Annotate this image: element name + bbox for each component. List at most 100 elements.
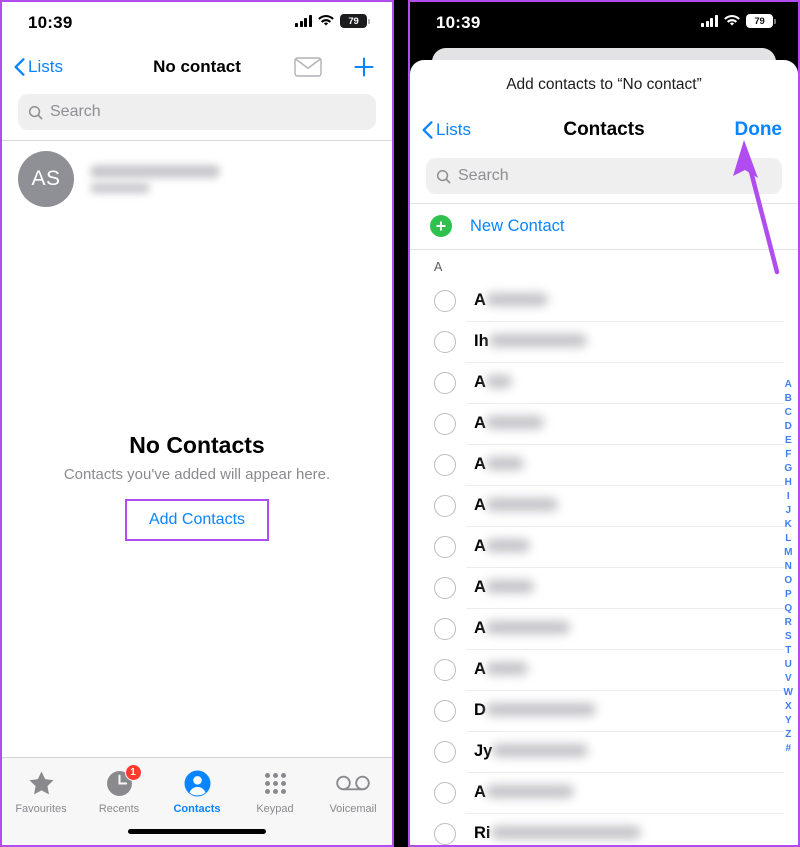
contact-checkbox[interactable] bbox=[434, 699, 456, 722]
plus-circle-icon bbox=[430, 215, 452, 237]
alphabet-index-letter[interactable]: H bbox=[785, 476, 792, 490]
new-contact-row[interactable]: New Contact bbox=[410, 203, 798, 250]
tab-keypad[interactable]: Keypad bbox=[236, 768, 314, 815]
alphabet-index-letter[interactable]: C bbox=[785, 406, 792, 420]
alphabet-index[interactable]: A B C D E F G H I J K L M N O P Q R S T U V W X Y Z # bbox=[784, 378, 793, 756]
alphabet-index-letter[interactable]: M bbox=[784, 546, 792, 560]
contact-checkbox[interactable] bbox=[434, 453, 456, 476]
contact-pick-row[interactable]: A bbox=[410, 567, 798, 608]
star-icon bbox=[28, 768, 55, 798]
alphabet-index-letter[interactable]: F bbox=[785, 448, 791, 462]
alphabet-index-letter[interactable]: E bbox=[785, 434, 792, 448]
contact-name: Jy bbox=[474, 742, 589, 761]
contact-name: A bbox=[474, 537, 530, 556]
contact-pick-row[interactable]: A bbox=[410, 608, 798, 649]
contact-pick-row[interactable]: Ri bbox=[410, 813, 798, 845]
tab-contacts[interactable]: Contacts bbox=[158, 768, 236, 815]
alphabet-index-letter[interactable]: T bbox=[785, 644, 791, 658]
contact-pick-row[interactable]: Ih bbox=[410, 321, 798, 362]
plus-icon[interactable] bbox=[352, 55, 376, 79]
contact-pick-row[interactable]: A bbox=[410, 649, 798, 690]
alphabet-index-letter[interactable]: V bbox=[785, 672, 792, 686]
contact-pick-row[interactable]: A bbox=[410, 526, 798, 567]
redacted-contact-name bbox=[485, 662, 528, 675]
contact-checkbox[interactable] bbox=[434, 617, 456, 640]
home-indicator bbox=[128, 829, 266, 834]
alphabet-index-letter[interactable]: # bbox=[785, 742, 791, 756]
alphabet-index-letter[interactable]: W bbox=[784, 686, 793, 700]
contact-name: D bbox=[474, 701, 596, 720]
contact-name: Ih bbox=[474, 332, 587, 351]
alphabet-index-letter[interactable]: I bbox=[787, 490, 790, 504]
contact-pick-row[interactable]: A bbox=[410, 485, 798, 526]
alphabet-index-letter[interactable]: O bbox=[784, 574, 792, 588]
contact-checkbox[interactable] bbox=[434, 822, 456, 845]
search-bar[interactable]: Search bbox=[410, 152, 798, 203]
contact-pick-row[interactable]: Jy bbox=[410, 731, 798, 772]
tab-label: Recents bbox=[98, 803, 140, 815]
contact-pick-list: A Ih A A A A A A A A D Jy A Ri bbox=[410, 280, 798, 845]
battery-level: 79 bbox=[340, 14, 367, 28]
done-button[interactable]: Done bbox=[735, 119, 783, 141]
contact-checkbox[interactable] bbox=[434, 412, 456, 435]
alphabet-index-letter[interactable]: K bbox=[785, 518, 792, 532]
redacted-contact-name bbox=[492, 744, 589, 757]
contact-pick-row[interactable]: A bbox=[410, 362, 798, 403]
alphabet-index-letter[interactable]: Z bbox=[785, 728, 791, 742]
back-button-lists[interactable]: Lists bbox=[14, 57, 63, 77]
contact-pick-row[interactable]: D bbox=[410, 690, 798, 731]
tab-favourites[interactable]: Favourites bbox=[2, 768, 80, 815]
redacted-contact-name bbox=[90, 165, 220, 193]
contact-pick-row[interactable]: A bbox=[410, 444, 798, 485]
search-input[interactable]: Search bbox=[18, 94, 376, 130]
alphabet-index-letter[interactable]: L bbox=[785, 532, 791, 546]
my-card-row[interactable]: AS bbox=[2, 141, 392, 219]
search-input[interactable]: Search bbox=[426, 158, 782, 194]
tab-voicemail[interactable]: Voicemail bbox=[314, 768, 392, 815]
redacted-contact-name bbox=[485, 580, 534, 593]
contact-checkbox[interactable] bbox=[434, 289, 456, 312]
tab-recents[interactable]: 1 Recents bbox=[80, 764, 158, 815]
contact-checkbox[interactable] bbox=[434, 576, 456, 599]
alphabet-index-letter[interactable]: U bbox=[785, 658, 792, 672]
alphabet-index-letter[interactable]: A bbox=[785, 378, 792, 392]
contact-checkbox[interactable] bbox=[434, 494, 456, 517]
alphabet-index-letter[interactable]: Y bbox=[785, 714, 792, 728]
signal-bars-icon bbox=[295, 15, 312, 27]
alphabet-index-letter[interactable]: P bbox=[785, 588, 792, 602]
redacted-contact-name bbox=[485, 457, 524, 470]
alphabet-index-letter[interactable]: Q bbox=[784, 602, 792, 616]
contact-pick-row[interactable]: A bbox=[410, 403, 798, 444]
contact-checkbox[interactable] bbox=[434, 740, 456, 763]
contact-checkbox[interactable] bbox=[434, 330, 456, 353]
contact-pick-row[interactable]: A bbox=[410, 280, 798, 321]
nav-actions bbox=[294, 55, 376, 79]
contact-pick-row[interactable]: A bbox=[410, 772, 798, 813]
search-placeholder: Search bbox=[50, 103, 101, 120]
contact-checkbox[interactable] bbox=[434, 658, 456, 681]
screenshot-root: 10:39 79 Lists No contact Search AS No C… bbox=[0, 0, 800, 847]
alphabet-index-letter[interactable]: B bbox=[785, 392, 792, 406]
contact-checkbox[interactable] bbox=[434, 371, 456, 394]
voicemail-icon bbox=[336, 768, 370, 798]
back-button-lists[interactable]: Lists bbox=[422, 120, 471, 140]
alphabet-index-letter[interactable]: S bbox=[785, 630, 792, 644]
contact-name: A bbox=[474, 414, 544, 433]
add-contacts-button[interactable]: Add Contacts bbox=[149, 511, 245, 528]
redacted-contact-name bbox=[485, 293, 548, 306]
contact-checkbox[interactable] bbox=[434, 535, 456, 558]
search-icon bbox=[436, 169, 451, 183]
alphabet-index-letter[interactable]: G bbox=[784, 462, 792, 476]
alphabet-index-letter[interactable]: J bbox=[785, 504, 791, 518]
alphabet-index-letter[interactable]: N bbox=[785, 560, 792, 574]
alphabet-index-letter[interactable]: D bbox=[785, 420, 792, 434]
wifi-icon bbox=[724, 15, 740, 27]
alphabet-index-letter[interactable]: R bbox=[785, 616, 792, 630]
add-contacts-highlight-box: Add Contacts bbox=[124, 499, 270, 541]
search-bar[interactable]: Search bbox=[2, 90, 392, 140]
envelope-icon[interactable] bbox=[294, 57, 322, 77]
alphabet-index-letter[interactable]: X bbox=[785, 700, 792, 714]
clock-icon: 1 bbox=[106, 764, 142, 798]
contact-checkbox[interactable] bbox=[434, 781, 456, 804]
battery-icon: 79 bbox=[746, 14, 776, 28]
